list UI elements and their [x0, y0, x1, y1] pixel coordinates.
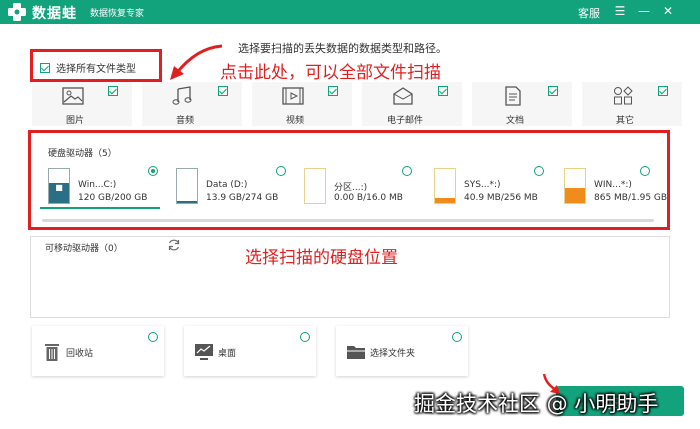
drive-size: 0.00 B/16.0 MB — [334, 193, 403, 203]
checkbox-icon[interactable] — [658, 86, 668, 96]
windows-logo-icon: ■ — [55, 183, 63, 192]
file-type-video[interactable]: 视频 — [252, 82, 352, 126]
file-types-panel: 图片 音频 视频 电子邮件 文档 其它 — [32, 82, 682, 126]
drive-icon — [304, 168, 326, 204]
drive-name: Data (D:) — [206, 180, 248, 190]
checkbox-icon[interactable] — [40, 62, 50, 73]
select-all-label: 选择所有文件类型 — [56, 64, 136, 75]
trash-icon — [45, 344, 59, 361]
support-link[interactable]: 客服 — [578, 5, 600, 21]
drive-name: WIN...*:) — [594, 180, 632, 190]
file-type-email[interactable]: 电子邮件 — [362, 82, 462, 126]
drive-radio[interactable] — [534, 166, 544, 176]
drive-item[interactable]: SYS...*:) 40.9 MB/256 MB — [426, 166, 546, 208]
document-icon — [505, 86, 521, 106]
file-type-label: 文档 — [505, 116, 524, 126]
location-radio[interactable] — [148, 332, 158, 342]
drive-icon — [434, 168, 456, 204]
hard-drives-title: 硬盘驱动器（5） — [48, 149, 117, 159]
location-select-folder[interactable]: 选择文件夹 — [336, 326, 468, 376]
file-type-document[interactable]: 文档 — [472, 82, 572, 126]
location-label: 选择文件夹 — [370, 349, 416, 359]
drive-name: SYS...*:) — [464, 180, 501, 190]
instruction-text: 选择要扫描的丢失数据的数据类型和路径。 — [238, 42, 447, 55]
drive-name: Win...C:) — [78, 180, 117, 190]
annotation-drive-location: 选择扫描的硬盘位置 — [245, 248, 398, 268]
drive-icon — [564, 168, 586, 204]
checkbox-icon[interactable] — [108, 86, 118, 96]
minimize-icon[interactable]: — — [636, 3, 652, 19]
select-all-checkbox[interactable]: 选择所有文件类型 — [40, 60, 136, 75]
file-type-label: 视频 — [285, 116, 304, 126]
app-logo-icon — [8, 3, 26, 21]
drive-radio[interactable] — [276, 166, 286, 176]
location-label: 桌面 — [218, 349, 237, 359]
drive-size: 40.9 MB/256 MB — [464, 193, 538, 203]
file-type-label: 其它 — [615, 116, 634, 126]
checkbox-icon[interactable] — [438, 86, 448, 96]
location-radio[interactable] — [452, 332, 462, 342]
app-name: 数据蛙 — [32, 6, 77, 22]
location-label: 回收站 — [66, 349, 94, 359]
file-type-label: 音频 — [175, 116, 194, 126]
drive-item[interactable]: WIN...*:) 865 MB/1.95 GB — [556, 166, 676, 208]
location-radio[interactable] — [300, 332, 310, 342]
file-type-image[interactable]: 图片 — [32, 82, 132, 126]
removable-drives-title: 可移动驱动器（0） — [45, 244, 123, 254]
annotation-select-all: 点击此处，可以全部文件扫描 — [220, 63, 441, 83]
watermark-text: 掘金技术社区 @ 小明助手 — [414, 392, 659, 416]
drive-radio[interactable] — [148, 166, 158, 176]
drives-scrollbar[interactable] — [42, 219, 654, 222]
checkbox-icon[interactable] — [328, 86, 338, 96]
drive-size: 13.9 GB/274 GB — [206, 193, 279, 203]
close-icon[interactable]: ✕ — [660, 3, 676, 19]
drive-item[interactable]: ■ Win...C:) 120 GB/200 GB — [40, 166, 160, 209]
image-icon — [62, 87, 84, 105]
refresh-icon[interactable] — [167, 238, 181, 252]
drive-item[interactable]: Data (D:) 13.9 GB/274 GB — [168, 166, 288, 208]
drive-size: 120 GB/200 GB — [78, 193, 148, 203]
video-icon — [282, 87, 304, 105]
annotation-arrow-icon — [170, 44, 223, 80]
title-bar: 数据蛙 数据恢复专家 客服 ☰ — ✕ — [0, 0, 700, 24]
hamburger-icon[interactable]: ☰ — [612, 3, 628, 19]
hard-drives-panel: 硬盘驱动器（5） ■ Win...C:) 120 GB/200 GB Data … — [34, 136, 668, 228]
drive-radio[interactable] — [640, 166, 650, 176]
file-type-label: 电子邮件 — [386, 116, 423, 126]
location-desktop[interactable]: 桌面 — [184, 326, 316, 376]
checkbox-icon[interactable] — [548, 86, 558, 96]
music-icon — [172, 86, 192, 105]
drive-item[interactable]: 分区...:) 0.00 B/16.0 MB — [296, 166, 416, 208]
file-type-other[interactable]: 其它 — [582, 82, 682, 126]
drive-icon — [176, 168, 198, 204]
desktop-icon — [195, 344, 213, 360]
folder-icon — [347, 346, 365, 359]
drive-size: 865 MB/1.95 GB — [594, 193, 668, 203]
file-type-audio[interactable]: 音频 — [142, 82, 242, 126]
checkbox-icon[interactable] — [218, 86, 228, 96]
app-subtitle: 数据恢复专家 — [90, 9, 145, 19]
file-type-label: 图片 — [65, 116, 84, 126]
email-icon — [393, 87, 413, 105]
apps-icon — [614, 86, 633, 105]
removable-drives-panel: 可移动驱动器（0） 选择扫描的硬盘位置 — [30, 236, 670, 318]
drive-radio[interactable] — [402, 166, 412, 176]
location-recycle-bin[interactable]: 回收站 — [32, 326, 164, 376]
drive-icon: ■ — [48, 168, 70, 204]
drive-name: 分区...:) — [334, 183, 368, 193]
